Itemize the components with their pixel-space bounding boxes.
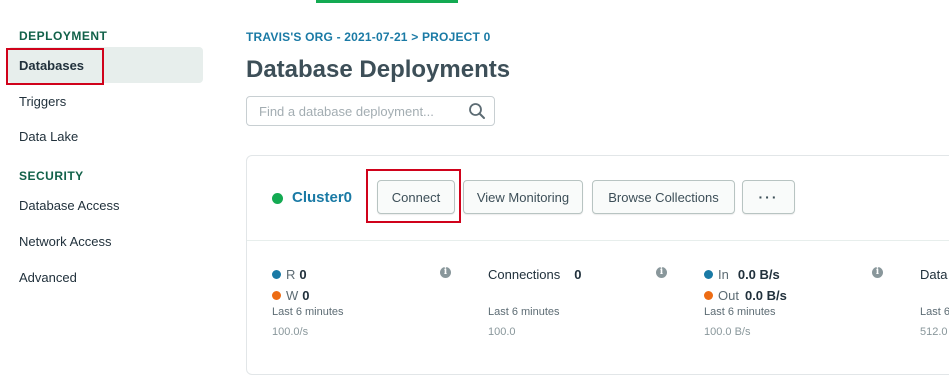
metric-operations[interactable]: R0 W0 Last 6 minutes 100.0/s i — [272, 264, 472, 374]
breadcrumb[interactable]: TRAVIS'S ORG - 2021-07-21 > PROJECT 0 — [246, 30, 490, 44]
active-tab-indicator — [316, 0, 458, 3]
browse-collections-button[interactable]: Browse Collections — [592, 180, 735, 214]
metric-scale: 512.0 — [920, 326, 948, 338]
connections-label: Connections — [488, 267, 561, 282]
page-title: Database Deployments — [246, 56, 511, 83]
sidebar: DEPLOYMENT Databases Triggers Data Lake … — [0, 0, 215, 359]
write-value: 0 — [302, 288, 310, 303]
info-icon[interactable]: i — [872, 267, 883, 278]
sidebar-section-security: SECURITY — [19, 169, 84, 183]
in-value: 0.0 B/s — [737, 267, 780, 282]
metric-scale: 100.0/s — [272, 326, 309, 338]
sidebar-section-deployment: DEPLOYMENT — [19, 29, 108, 43]
info-icon[interactable]: i — [440, 267, 451, 278]
out-dot-icon — [704, 291, 713, 300]
highlight-box-connect — [366, 169, 461, 223]
in-dot-icon — [704, 270, 713, 279]
write-dot-icon — [272, 291, 281, 300]
more-options-button[interactable]: ··· — [742, 180, 795, 214]
read-value: 0 — [299, 267, 307, 282]
card-divider — [247, 240, 949, 241]
sidebar-item-advanced[interactable]: Advanced — [19, 270, 77, 285]
out-value: 0.0 B/s — [744, 288, 787, 303]
sidebar-item-database-access[interactable]: Database Access — [19, 198, 119, 213]
out-label: Out — [718, 288, 739, 303]
metric-period: Last 6 minutes — [272, 306, 344, 318]
metric-period: Last 6 minutes — [488, 306, 560, 318]
sidebar-item-data-lake[interactable]: Data Lake — [19, 129, 78, 144]
cluster-name-link[interactable]: Cluster0 — [292, 189, 352, 206]
search-input[interactable]: Find a database deployment... — [259, 104, 434, 119]
connections-value: 0 — [574, 267, 582, 282]
metric-period: Last 6 — [920, 306, 949, 318]
sidebar-item-network-access[interactable]: Network Access — [19, 234, 111, 249]
search-field[interactable]: Find a database deployment... — [246, 96, 495, 126]
metric-data-size[interactable]: Data Last 6 512.0 — [920, 264, 949, 374]
metric-period: Last 6 minutes — [704, 306, 776, 318]
metric-scale: 100.0 — [488, 326, 516, 338]
cluster-status-indicator — [272, 193, 283, 204]
in-label: In — [718, 267, 729, 282]
metric-scale: 100.0 B/s — [704, 326, 751, 338]
info-icon[interactable]: i — [656, 267, 667, 278]
highlight-box-databases — [6, 48, 104, 85]
read-dot-icon — [272, 270, 281, 279]
data-size-label: Data — [920, 267, 948, 282]
metric-connections[interactable]: Connections 0 Last 6 minutes 100.0 i — [488, 264, 688, 374]
search-icon[interactable] — [468, 102, 486, 120]
read-label: R — [286, 267, 296, 282]
cluster-card: Cluster0 Connect View Monitoring Browse … — [246, 155, 949, 375]
write-label: W — [286, 288, 299, 303]
sidebar-item-triggers[interactable]: Triggers — [19, 94, 66, 109]
metric-network[interactable]: In 0.0 B/s Out 0.0 B/s Last 6 minutes 100.… — [704, 264, 904, 374]
view-monitoring-button[interactable]: View Monitoring — [463, 180, 583, 214]
